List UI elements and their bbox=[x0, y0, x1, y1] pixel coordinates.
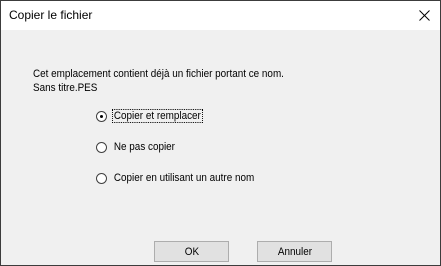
ok-button-label: OK bbox=[184, 245, 199, 258]
window-title: Copier le fichier bbox=[9, 8, 93, 22]
file-name-text: Sans titre.PES bbox=[33, 82, 98, 94]
close-button[interactable] bbox=[408, 1, 440, 30]
option-label[interactable]: Copier et remplacer bbox=[112, 109, 203, 123]
option-copy-replace[interactable]: Copier et remplacer bbox=[96, 109, 212, 123]
option-label[interactable]: Copier en utilisant un autre nom bbox=[113, 172, 255, 184]
title-bar: Copier le fichier bbox=[1, 1, 440, 30]
radio-button[interactable] bbox=[96, 172, 107, 184]
message-text: Cet emplacement contient déjà un fichier… bbox=[33, 68, 284, 80]
radio-button[interactable] bbox=[96, 141, 107, 153]
option-label[interactable]: Ne pas copier bbox=[113, 141, 176, 153]
option-do-not-copy[interactable]: Ne pas copier bbox=[96, 140, 183, 154]
ok-button[interactable]: OK bbox=[154, 241, 229, 262]
copy-file-dialog: Copier le fichier Cet emplacement contie… bbox=[0, 0, 441, 266]
option-copy-rename[interactable]: Copier en utilisant un autre nom bbox=[96, 171, 271, 185]
cancel-button-label: Annuler bbox=[277, 245, 312, 258]
radio-button-checked[interactable] bbox=[96, 110, 107, 122]
cancel-button[interactable]: Annuler bbox=[257, 241, 332, 262]
close-icon bbox=[418, 10, 430, 21]
